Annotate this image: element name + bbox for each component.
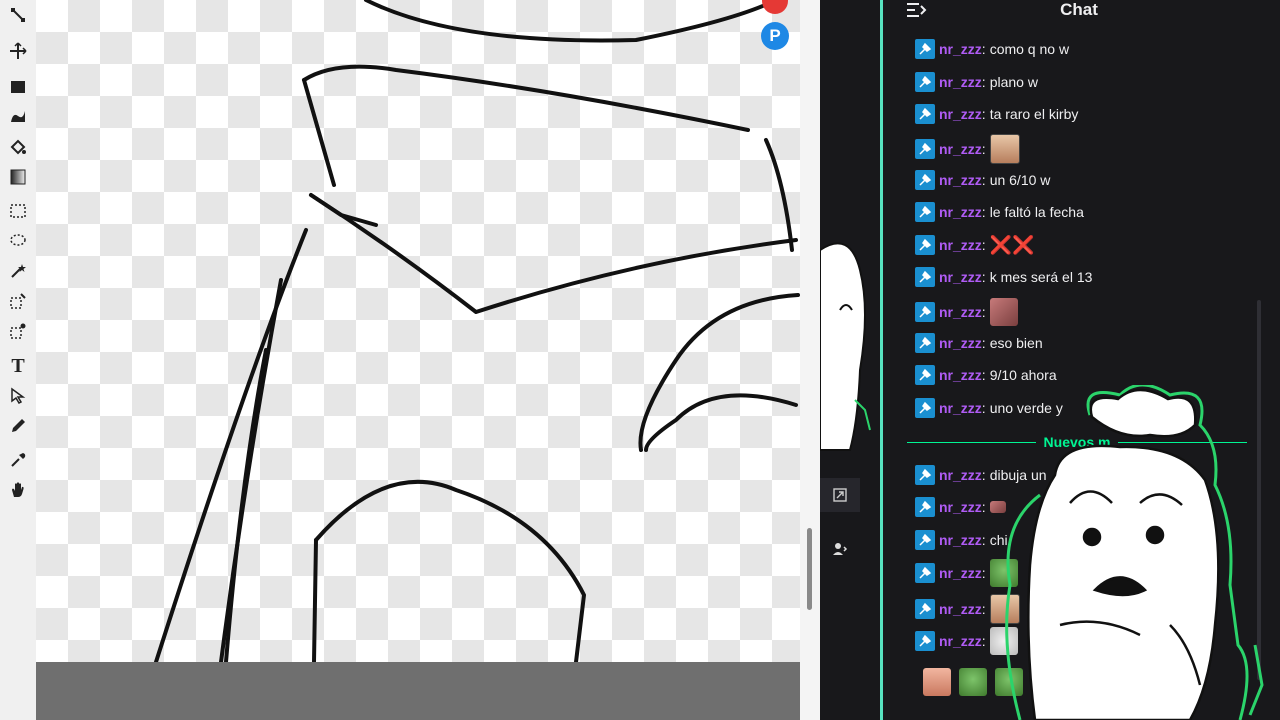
moderator-badge-icon[interactable]: [915, 333, 935, 353]
chat-username[interactable]: nr_zzz: [939, 601, 982, 617]
rect-select-icon[interactable]: [6, 199, 30, 223]
chat-message[interactable]: nr_zzz:: [915, 134, 1020, 164]
emote-icon[interactable]: [923, 668, 951, 696]
chat-header: Chat: [883, 0, 1280, 32]
chat-message-text: k mes será el 13: [989, 269, 1093, 285]
blurred-emote-icon[interactable]: [989, 298, 1018, 326]
pointer-icon[interactable]: [6, 384, 30, 408]
chat-username[interactable]: nr_zzz: [939, 400, 982, 416]
drawing-canvas[interactable]: P: [36, 0, 800, 662]
chat-username[interactable]: nr_zzz: [939, 304, 982, 320]
moderator-badge-icon[interactable]: [915, 563, 935, 583]
moderator-badge-icon[interactable]: [915, 235, 935, 255]
brush-icon[interactable]: [6, 105, 30, 129]
moderator-badge-icon[interactable]: [915, 631, 935, 651]
chat-message[interactable]: nr_zzz: 9/10 ahora: [915, 363, 1057, 387]
p-app-icon[interactable]: P: [761, 22, 789, 50]
chat-message-text: como q no w: [989, 41, 1070, 57]
scrollbar-thumb[interactable]: [807, 528, 812, 610]
moderator-badge-icon[interactable]: [915, 39, 935, 59]
mascot-partial-drawing: [820, 242, 871, 451]
pencil-icon[interactable]: [6, 414, 30, 438]
chat-message-text: eso bien: [989, 335, 1043, 351]
moderator-badge-icon[interactable]: [915, 530, 935, 550]
moderator-badge-icon[interactable]: [915, 202, 935, 222]
chat-message[interactable]: nr_zzz:: [915, 495, 1006, 519]
moderator-badge-icon[interactable]: [915, 365, 935, 385]
chat-message-text: 9/10 ahora: [989, 367, 1057, 383]
hand-icon[interactable]: [6, 478, 30, 502]
chat-username[interactable]: nr_zzz: [939, 74, 982, 90]
chat-username[interactable]: nr_zzz: [939, 499, 982, 515]
chat-username[interactable]: nr_zzz: [939, 172, 982, 188]
expand-icon[interactable]: [820, 478, 860, 512]
chat-username[interactable]: nr_zzz: [939, 141, 982, 157]
pepe-emote-icon[interactable]: [959, 668, 987, 696]
user-icon[interactable]: [820, 532, 860, 566]
moderator-badge-icon[interactable]: [915, 302, 935, 322]
chat-message-text: ta raro el kirby: [989, 106, 1079, 122]
chat-message[interactable]: nr_zzz: plano w: [915, 70, 1038, 94]
chat-message[interactable]: nr_zzz: k mes será el 13: [915, 265, 1092, 289]
move-icon[interactable]: [6, 39, 30, 63]
chat-message-text: le faltó la fecha: [989, 204, 1084, 220]
chat-message[interactable]: nr_zzz: ❌❌: [915, 233, 1035, 257]
select-alt-icon[interactable]: [6, 319, 30, 343]
vertical-scrollbar[interactable]: [800, 0, 820, 720]
chat-message-text: un 6/10 w: [989, 172, 1051, 188]
crop-icon[interactable]: [6, 3, 30, 27]
chat-message[interactable]: nr_zzz: chi: [915, 528, 1008, 552]
chat-username[interactable]: nr_zzz: [939, 633, 982, 649]
chat-username[interactable]: nr_zzz: [939, 204, 982, 220]
moderator-badge-icon[interactable]: [915, 465, 935, 485]
mascot-overlay-drawing: [1005, 385, 1264, 720]
chat-message[interactable]: nr_zzz: un 6/10 w: [915, 168, 1050, 192]
chat-message[interactable]: nr_zzz: como q no w: [915, 37, 1069, 61]
fill-bucket-icon[interactable]: [6, 135, 30, 159]
cross-emote-icon[interactable]: ❌❌: [990, 235, 1035, 256]
magic-wand-icon[interactable]: [6, 259, 30, 283]
chat-message[interactable]: nr_zzz: eso bien: [915, 331, 1043, 355]
text-icon[interactable]: T: [6, 354, 30, 378]
chat-username[interactable]: nr_zzz: [939, 565, 982, 581]
chat-message-text: plano w: [989, 74, 1038, 90]
chat-username[interactable]: nr_zzz: [939, 106, 982, 122]
moderator-badge-icon[interactable]: [915, 170, 935, 190]
select-icon[interactable]: [6, 289, 30, 313]
chat-username[interactable]: nr_zzz: [939, 237, 982, 253]
chat-username[interactable]: nr_zzz: [939, 367, 982, 383]
moderator-badge-icon[interactable]: [915, 72, 935, 92]
chat-username[interactable]: nr_zzz: [939, 532, 982, 548]
chat-username[interactable]: nr_zzz: [939, 41, 982, 57]
eyedropper-icon[interactable]: [6, 448, 30, 472]
rectangle-icon[interactable]: [6, 75, 30, 99]
moderator-badge-icon[interactable]: [915, 398, 935, 418]
moderator-badge-icon[interactable]: [915, 267, 935, 287]
moderator-badge-icon[interactable]: [915, 104, 935, 124]
chat-message[interactable]: nr_zzz: le faltó la fecha: [915, 200, 1084, 224]
drawing-toolbar: T: [0, 0, 37, 720]
moderator-badge-icon[interactable]: [915, 497, 935, 517]
moderator-badge-icon[interactable]: [915, 599, 935, 619]
gradient-icon[interactable]: [6, 165, 30, 189]
chat-username[interactable]: nr_zzz: [939, 335, 982, 351]
chat-username[interactable]: nr_zzz: [939, 269, 982, 285]
lasso-select-icon[interactable]: [6, 229, 30, 253]
face-emote-icon[interactable]: [989, 134, 1020, 164]
chat-message[interactable]: nr_zzz:: [915, 297, 1018, 327]
moderator-badge-icon[interactable]: [915, 139, 935, 159]
chat-message[interactable]: nr_zzz: ta raro el kirby: [915, 102, 1078, 126]
chat-title: Chat: [1060, 0, 1098, 19]
canvas-background-area: [36, 662, 800, 720]
sketch-strokes: [154, 0, 800, 662]
chat-username[interactable]: nr_zzz: [939, 467, 982, 483]
